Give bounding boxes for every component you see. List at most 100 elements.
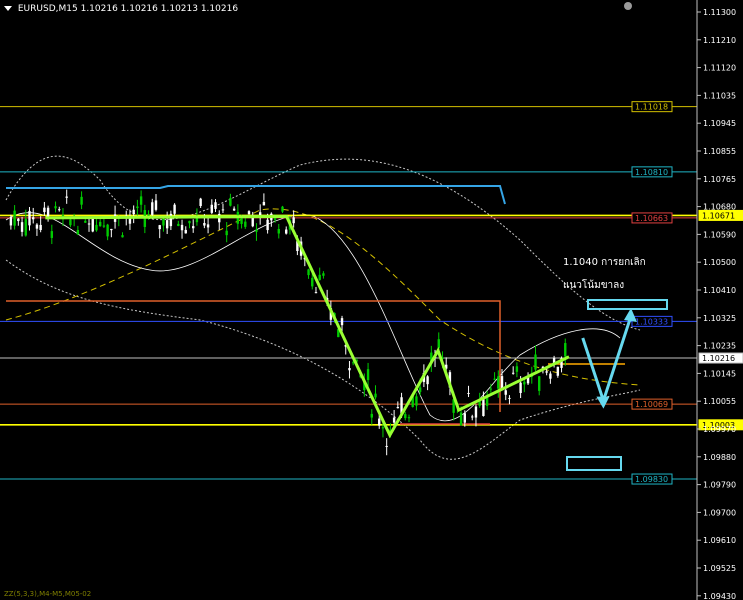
- candle-body: [348, 368, 351, 371]
- candle-body: [474, 406, 478, 418]
- y-tick-label: 1.11300: [703, 8, 736, 17]
- y-tick-label: 1.10590: [703, 230, 736, 239]
- candle-body: [392, 417, 396, 423]
- candle-body: [28, 210, 31, 226]
- candle-body: [106, 224, 109, 237]
- candle-body: [98, 221, 102, 227]
- y-tick-label: 1.09790: [703, 481, 736, 490]
- candle-body: [32, 217, 35, 220]
- candle-body: [128, 218, 132, 224]
- candle-body: [13, 210, 16, 226]
- candle-body: [381, 427, 385, 429]
- candle-body: [203, 223, 206, 226]
- candle-body: [180, 224, 184, 231]
- candle-body: [515, 366, 519, 372]
- upper-band: [5, 155, 641, 331]
- candle-body: [165, 220, 169, 229]
- candle-body: [43, 207, 46, 213]
- chart-header: EURUSD,M15 1.10216 1.10216 1.10213 1.102…: [4, 4, 238, 14]
- y-tick-label: 1.11120: [703, 64, 736, 73]
- candle-body: [232, 208, 236, 211]
- y-tick-label: 1.10765: [703, 175, 736, 184]
- candle-body: [210, 204, 214, 213]
- candle-body: [154, 200, 158, 210]
- candle-body: [221, 209, 225, 211]
- candle-body: [76, 230, 80, 235]
- candle-body: [556, 366, 560, 376]
- indicator-footer: ZZ(5,3,3),M4-M5,M05-02: [4, 590, 92, 598]
- candle-body: [538, 376, 541, 391]
- level-price-label: 1.10069: [635, 400, 668, 409]
- candle-body: [437, 339, 440, 349]
- candle-body: [84, 220, 87, 223]
- candle-body: [17, 218, 20, 222]
- price-chart[interactable]: 1.11018 1.10810 1.10671 1.10663 1.10333 1.102…: [0, 0, 743, 600]
- candle-body: [214, 202, 217, 209]
- lower-band: [5, 259, 641, 460]
- candle-body: [370, 413, 373, 418]
- candle-body: [314, 292, 318, 294]
- candle-body: [281, 206, 284, 212]
- level-price-label: 1.11018: [635, 103, 668, 112]
- y-tick-label: 1.10855: [703, 147, 736, 156]
- chart-menu-icon[interactable]: [4, 6, 12, 11]
- candle-body: [95, 224, 98, 231]
- candle-body: [340, 318, 344, 326]
- y-tick-label: 1.10325: [703, 314, 736, 323]
- candle-body: [385, 445, 388, 447]
- candle-body: [482, 399, 485, 416]
- y-tick-label: 1.10055: [703, 397, 736, 406]
- candle-body: [426, 376, 429, 385]
- y-tick-label: 1.09700: [703, 508, 736, 517]
- candle-body: [404, 414, 407, 419]
- annotation-line2: แนวโน้มขาลง: [563, 280, 625, 291]
- candle-body: [139, 196, 143, 205]
- candle-body: [504, 390, 507, 395]
- candle-body: [247, 211, 251, 215]
- candle-body: [564, 343, 567, 357]
- y-tick-label: 1.09880: [703, 453, 736, 462]
- candle-body: [266, 219, 269, 231]
- candle-body: [519, 382, 522, 394]
- target-box-lower: [566, 456, 622, 471]
- candle-body: [199, 198, 202, 206]
- candle-body: [262, 201, 266, 206]
- candle-body: [58, 209, 61, 211]
- candle-body: [177, 223, 180, 226]
- candle-body: [184, 229, 187, 234]
- candle-body: [158, 225, 161, 230]
- candle-body: [102, 225, 106, 227]
- y-tick-label: 1.09430: [703, 592, 736, 600]
- annotation-line1: 1.1040 การยกเลิก: [563, 257, 646, 268]
- candle-body: [523, 381, 526, 385]
- candle-body: [493, 378, 496, 380]
- level-price-label: 1.10663: [635, 214, 668, 223]
- candle-body: [322, 273, 325, 276]
- candle-body: [110, 228, 113, 231]
- forecast-arrowhead-down: [596, 396, 610, 409]
- candle-body: [65, 196, 68, 198]
- candle-body: [285, 229, 288, 234]
- candle-body: [50, 231, 54, 238]
- level-price-label: 1.09830: [635, 475, 668, 484]
- candle-body: [459, 412, 463, 426]
- candle-body: [91, 219, 94, 232]
- window-control-icon[interactable]: [624, 2, 632, 10]
- candle-body: [39, 224, 42, 231]
- candle-body: [497, 376, 500, 389]
- y-tick-label: 1.11210: [703, 36, 736, 45]
- candle-body: [80, 196, 83, 205]
- candle-body: [132, 209, 135, 215]
- level-price-label: 1.10671: [702, 211, 735, 220]
- price-axis: 1.11300 1.11210 1.11120 1.11035 1.10945 1.108…: [696, 0, 736, 600]
- candle-body: [485, 397, 489, 406]
- candle-body: [251, 217, 254, 227]
- price-envelope: [5, 212, 621, 422]
- candlestick-series: [9, 189, 567, 456]
- symbol-label: EURUSD,M15: [17, 4, 78, 14]
- candle-body: [87, 223, 91, 225]
- candle-body: [20, 222, 24, 232]
- candle-body: [318, 274, 321, 280]
- quote-label: 1.10216 1.10216 1.10213 1.10216: [80, 4, 239, 14]
- zone-boxes: [6, 185, 668, 471]
